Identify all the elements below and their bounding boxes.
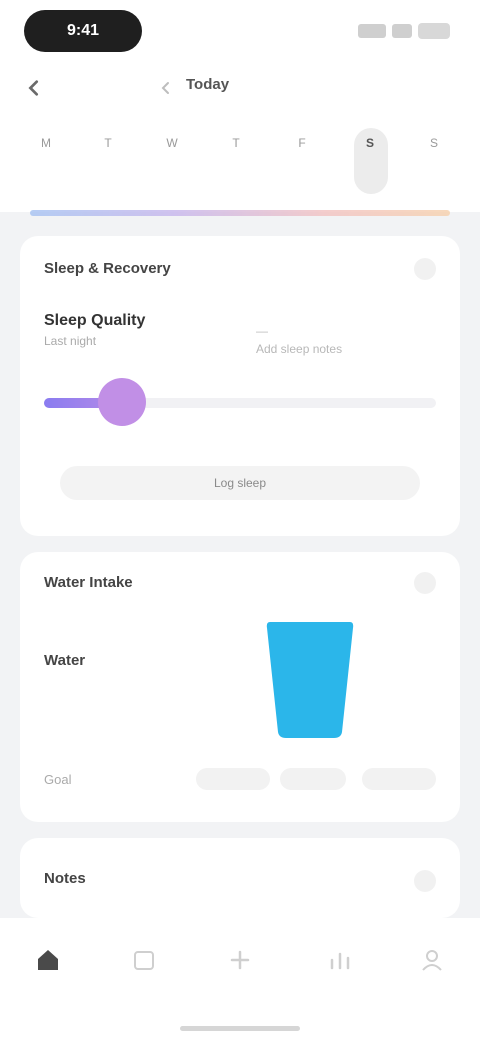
status-time: 9:41 xyxy=(66,22,100,39)
profile-icon xyxy=(422,950,442,971)
water-card: Water Intake Water Goal xyxy=(20,552,460,822)
status-icons xyxy=(358,22,450,40)
day-item[interactable]: W xyxy=(142,114,202,212)
expand-chevron-icon[interactable] xyxy=(414,572,436,594)
sleep-value: — xyxy=(256,324,268,338)
status-bar: 9:41 xyxy=(0,0,480,62)
water-option-chip[interactable] xyxy=(280,768,346,790)
day-name: T xyxy=(232,136,240,150)
nav-profile[interactable] xyxy=(402,946,462,1006)
progress-gradient-bar xyxy=(30,210,450,216)
sleep-notes-link[interactable]: Add sleep notes xyxy=(256,342,342,356)
notes-card: Notes xyxy=(20,838,460,918)
water-goal-label: Goal xyxy=(44,772,72,787)
day-item[interactable]: S xyxy=(404,114,464,212)
day-name: M xyxy=(41,136,51,150)
day-item[interactable]: T xyxy=(78,114,138,212)
water-options xyxy=(196,768,436,794)
card-title: Water Intake xyxy=(44,574,133,591)
back-button[interactable] xyxy=(20,74,48,102)
water-option-chip[interactable] xyxy=(196,768,270,790)
expand-chevron-icon[interactable] xyxy=(414,258,436,280)
day-name: W xyxy=(166,136,178,150)
chevron-left-icon xyxy=(28,80,39,96)
day-name: F xyxy=(298,136,306,150)
home-icon xyxy=(38,950,58,970)
day-selector: M T W T F S S xyxy=(0,114,480,212)
day-item-selected[interactable]: S xyxy=(340,114,400,212)
nav-calendar[interactable] xyxy=(114,946,174,1006)
sleep-card: Sleep & Recovery Sleep Quality Last nigh… xyxy=(20,236,460,536)
water-label: Water xyxy=(44,652,86,669)
nav-stats[interactable] xyxy=(310,946,370,1006)
calendar-icon xyxy=(134,951,154,970)
sleep-label: Sleep Quality xyxy=(44,312,146,329)
day-item[interactable]: M xyxy=(16,114,76,212)
battery-icon xyxy=(418,23,450,39)
home-indicator xyxy=(180,1026,300,1031)
water-option-chip[interactable] xyxy=(362,768,436,790)
chevron-left-small-icon[interactable] xyxy=(158,80,174,96)
day-item[interactable]: T xyxy=(206,114,266,212)
sleep-slider-knob[interactable] xyxy=(98,378,147,426)
bottom-navigation xyxy=(0,918,480,1040)
log-sleep-button[interactable]: Log sleep xyxy=(60,466,420,500)
chart-icon xyxy=(330,952,350,970)
water-cup-icon[interactable] xyxy=(264,618,356,742)
sleep-sublabel: Last night xyxy=(44,334,97,348)
signal-icon xyxy=(358,24,386,38)
expand-chevron-icon[interactable] xyxy=(414,870,436,892)
day-name: S xyxy=(429,136,438,150)
day-name: T xyxy=(104,136,112,150)
plus-icon xyxy=(230,950,250,970)
nav-add[interactable] xyxy=(210,946,270,1006)
top-header: Today xyxy=(0,62,480,114)
page-title: Today xyxy=(186,76,230,93)
card-title: Sleep & Recovery xyxy=(44,260,171,277)
nav-home[interactable] xyxy=(18,946,78,1006)
card-title: Notes xyxy=(44,870,86,887)
wifi-icon xyxy=(392,24,412,38)
day-item[interactable]: F xyxy=(272,114,332,212)
day-name: S xyxy=(365,136,374,150)
